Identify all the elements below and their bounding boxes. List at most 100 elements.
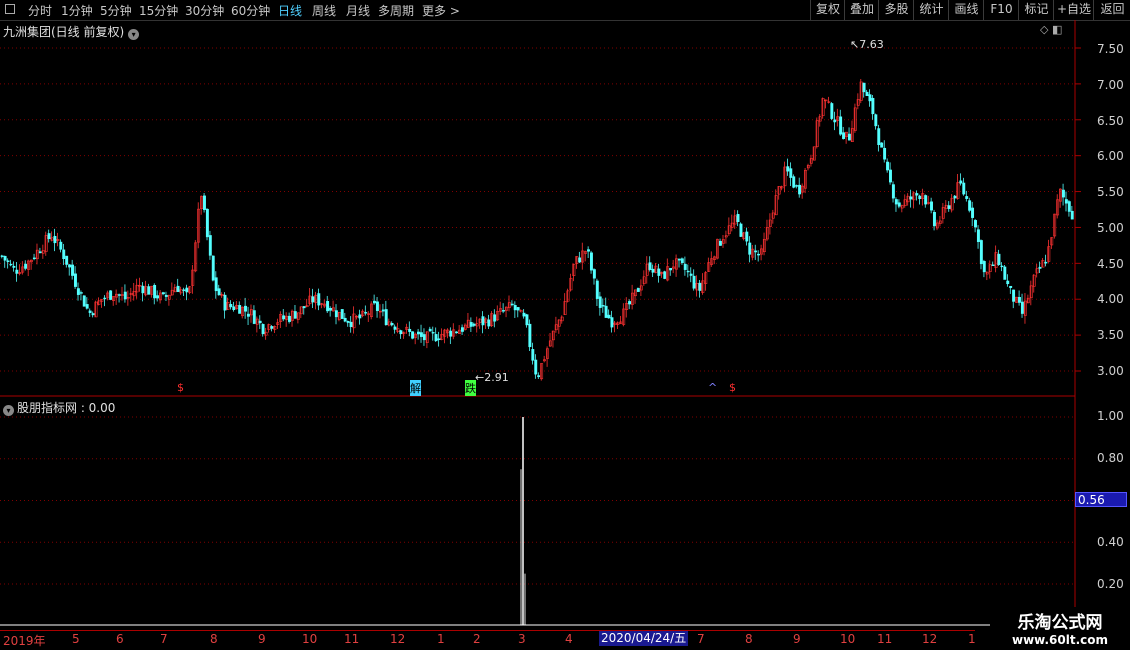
candle-body bbox=[232, 306, 236, 311]
panel-toggle-icon[interactable]: ◧ bbox=[1052, 23, 1062, 36]
candle-body bbox=[704, 272, 708, 284]
candle-body bbox=[241, 306, 245, 317]
candle-body bbox=[463, 324, 467, 330]
candle-body bbox=[30, 259, 33, 263]
candle-body bbox=[373, 300, 376, 304]
candle-body bbox=[200, 196, 203, 209]
candle-body bbox=[68, 264, 72, 268]
candle-body bbox=[979, 240, 983, 265]
chevron-down-icon[interactable]: ▾ bbox=[3, 405, 14, 416]
period-tab-1min[interactable]: 1分钟 bbox=[61, 2, 93, 19]
candle-body bbox=[226, 302, 230, 310]
candle-body bbox=[76, 288, 80, 295]
fuquan-button[interactable]: 复权 bbox=[810, 0, 845, 20]
kline-chart[interactable] bbox=[0, 0, 1130, 650]
candle-body bbox=[748, 242, 752, 255]
date-label: 11 bbox=[344, 632, 360, 646]
candle-body bbox=[147, 286, 151, 295]
candle-body bbox=[449, 330, 453, 337]
candle-body bbox=[249, 309, 253, 316]
candle-body bbox=[458, 329, 461, 334]
candle-body bbox=[443, 329, 447, 337]
candle-body bbox=[252, 310, 256, 324]
candle-body bbox=[361, 310, 365, 317]
candle-body bbox=[65, 255, 69, 265]
candle-body bbox=[317, 293, 321, 306]
candle-body bbox=[126, 297, 130, 299]
candle-body bbox=[79, 292, 83, 294]
candle-body bbox=[683, 263, 687, 270]
candle-body bbox=[707, 262, 711, 272]
candle-body bbox=[768, 219, 772, 227]
candle-body bbox=[188, 286, 192, 293]
candle-body bbox=[85, 304, 89, 309]
y-tick: 6.00 bbox=[1097, 149, 1124, 163]
candle-body bbox=[288, 315, 291, 322]
candle-body bbox=[132, 291, 136, 297]
window-corner-icon[interactable] bbox=[5, 4, 15, 14]
candle-body bbox=[745, 231, 749, 242]
candle-body bbox=[551, 330, 555, 341]
candle-body bbox=[654, 265, 658, 273]
candle-body bbox=[469, 322, 473, 327]
candle-body bbox=[891, 184, 895, 199]
period-tab-5min[interactable]: 5分钟 bbox=[100, 2, 132, 19]
draw-line-button[interactable]: 画线 bbox=[948, 0, 984, 20]
candle-body bbox=[692, 275, 696, 289]
candle-body bbox=[874, 114, 878, 127]
candle-body bbox=[214, 277, 218, 292]
candle-body bbox=[238, 305, 242, 314]
candle-body bbox=[329, 307, 332, 311]
diamond-icon[interactable]: ◇ bbox=[1040, 23, 1048, 36]
candle-body bbox=[587, 249, 590, 252]
candle-body bbox=[516, 307, 520, 311]
candle-body bbox=[839, 116, 843, 135]
candle-body bbox=[672, 266, 675, 269]
date-label: 7 bbox=[697, 632, 705, 646]
period-tab-fenshi[interactable]: 分时 bbox=[28, 2, 52, 19]
candle-body bbox=[754, 250, 758, 253]
mark-button[interactable]: 标记 bbox=[1018, 0, 1054, 20]
candle-body bbox=[836, 116, 840, 121]
main-chart-title: 九洲集团(日线 前复权) ▾ bbox=[3, 23, 140, 40]
overlay-button[interactable]: 叠加 bbox=[844, 0, 879, 20]
period-tab-30min[interactable]: 30分钟 bbox=[185, 2, 224, 19]
candle-body bbox=[554, 324, 558, 331]
back-button[interactable]: 返回 bbox=[1093, 0, 1130, 20]
add-favorite-button[interactable]: +自选 bbox=[1053, 0, 1094, 20]
candle-body bbox=[871, 97, 875, 115]
candle-body bbox=[71, 264, 74, 276]
candle-body bbox=[53, 235, 57, 244]
multi-stock-button[interactable]: 多股 bbox=[878, 0, 914, 20]
candle-body bbox=[337, 311, 341, 320]
candle-body bbox=[985, 271, 989, 275]
candle-body bbox=[21, 266, 25, 273]
toolbar: 分时 1分钟 5分钟 15分钟 30分钟 60分钟 日线 周线 月线 多周期 更… bbox=[0, 0, 1130, 21]
candle-body bbox=[935, 222, 939, 229]
candle-body bbox=[267, 324, 271, 330]
period-tab-60min[interactable]: 60分钟 bbox=[231, 2, 270, 19]
candle-body bbox=[308, 295, 312, 305]
candle-body bbox=[783, 166, 787, 187]
chart-tools: ◇ ◧ bbox=[1040, 23, 1062, 36]
period-tab-multi[interactable]: 多周期 bbox=[378, 2, 414, 19]
period-tab-monthly[interactable]: 月线 bbox=[346, 2, 370, 19]
stats-button[interactable]: 统计 bbox=[913, 0, 949, 20]
candle-body bbox=[1035, 268, 1039, 274]
f10-button[interactable]: F10 bbox=[983, 0, 1019, 20]
candle-body bbox=[12, 265, 16, 268]
candle-body bbox=[261, 324, 265, 335]
period-tab-daily[interactable]: 日线 bbox=[278, 2, 302, 19]
period-tab-weekly[interactable]: 周线 bbox=[312, 2, 336, 19]
candle-body bbox=[109, 290, 113, 300]
chevron-down-icon[interactable]: ▾ bbox=[128, 29, 140, 40]
candle-body bbox=[543, 359, 546, 362]
candle-body bbox=[950, 197, 954, 211]
candle-body bbox=[478, 318, 482, 323]
period-tab-more[interactable]: 更多 > bbox=[422, 2, 460, 19]
candle-body bbox=[1000, 265, 1004, 268]
candle-body bbox=[1009, 285, 1013, 288]
current-value-tag: 0.56 bbox=[1075, 492, 1127, 507]
period-tab-15min[interactable]: 15分钟 bbox=[139, 2, 178, 19]
candle-body bbox=[244, 305, 247, 312]
